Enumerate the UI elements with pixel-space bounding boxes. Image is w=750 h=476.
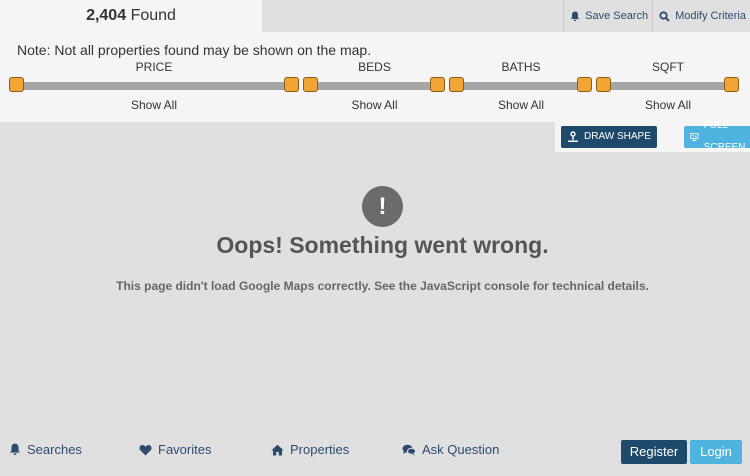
draw-shape-button[interactable]: DRAW SHAPE: [561, 126, 657, 148]
draw-shape-icon: [568, 131, 578, 142]
heart-icon: [139, 444, 152, 455]
baths-slider-title: BATHS: [501, 60, 541, 74]
nav-properties[interactable]: Properties: [271, 442, 349, 457]
save-search-button[interactable]: Save Search: [563, 0, 652, 32]
chat-icon: [402, 444, 416, 455]
filter-panel: Note: Not all properties found may be sh…: [0, 32, 750, 122]
top-actions: Save Search Modify Criteria: [563, 0, 750, 32]
beds-slider-track[interactable]: [309, 82, 440, 90]
modify-criteria-button[interactable]: Modify Criteria: [652, 0, 750, 32]
error-message: This page didn't load Google Maps correc…: [116, 279, 649, 293]
price-slider-value: Show All: [130, 98, 178, 112]
nav-searches-label: Searches: [27, 442, 82, 457]
sqft-slider-min-handle[interactable]: [596, 77, 611, 92]
price-slider-min-handle[interactable]: [9, 77, 24, 92]
beds-slider-min-handle[interactable]: [303, 77, 318, 92]
price-slider-max-handle[interactable]: [284, 77, 299, 92]
nav-searches[interactable]: Searches: [9, 442, 82, 457]
warning-icon: !: [362, 186, 403, 227]
nav-properties-label: Properties: [290, 442, 350, 457]
baths-slider-track[interactable]: [455, 82, 587, 90]
bell-icon: [570, 11, 580, 21]
register-button[interactable]: Register: [621, 440, 687, 464]
nav-ask-question-label: Ask Question: [422, 442, 500, 457]
search-icon: [659, 10, 670, 22]
bottom-nav: Searches Favorites Properties Ask Questi…: [0, 431, 750, 476]
sqft-slider-value: Show All: [644, 98, 692, 112]
baths-slider-max-handle[interactable]: [577, 77, 592, 92]
draw-shape-label: DRAW SHAPE: [584, 131, 651, 142]
price-slider-title: PRICE: [135, 60, 173, 74]
home-icon: [271, 444, 284, 455]
baths-slider-value: Show All: [497, 98, 545, 112]
full-screen-button[interactable]: FULL SCREEN: [684, 120, 750, 153]
found-count: 2,404: [86, 7, 127, 24]
baths-slider-min-handle[interactable]: [449, 77, 464, 92]
nav-favorites[interactable]: Favorites: [139, 442, 211, 457]
nav-favorites-label: Favorites: [158, 442, 212, 457]
found-label: Found: [130, 7, 176, 24]
price-slider-track[interactable]: [15, 82, 293, 90]
beds-slider-max-handle[interactable]: [430, 77, 445, 92]
full-screen-icon: [690, 133, 699, 141]
save-search-label: Save Search: [585, 10, 649, 22]
sqft-slider-title: SQFT: [652, 60, 684, 74]
results-count: 2,404 Found: [0, 0, 262, 33]
error-title: Oops! Something went wrong.: [216, 232, 549, 258]
beds-slider-title: BEDS: [358, 60, 391, 74]
bell-icon: [10, 443, 20, 455]
map-note: Note: Not all properties found may be sh…: [17, 42, 372, 58]
sqft-slider-track[interactable]: [602, 82, 734, 90]
top-bar: 2,404 Found Save Search Modify Criteria: [0, 0, 750, 33]
beds-slider-value: Show All: [351, 98, 398, 112]
full-screen-label: FULL SCREEN: [703, 120, 746, 153]
nav-ask-question[interactable]: Ask Question: [402, 442, 499, 457]
login-button[interactable]: Login: [690, 440, 742, 464]
modify-criteria-label: Modify Criteria: [675, 10, 746, 22]
map-controls: DRAW SHAPE FULL SCREEN: [555, 120, 750, 153]
sqft-slider-max-handle[interactable]: [724, 77, 739, 92]
